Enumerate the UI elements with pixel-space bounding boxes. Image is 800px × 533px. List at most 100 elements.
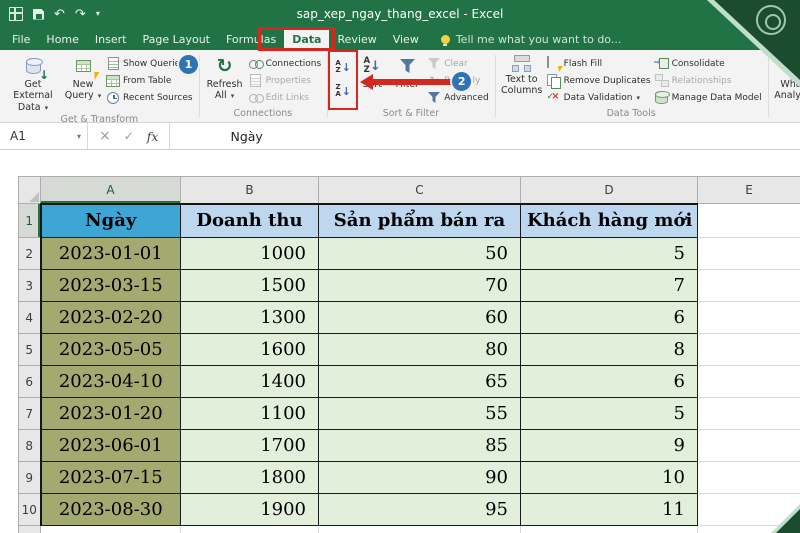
tab-view[interactable]: View	[385, 28, 427, 50]
column-header-E[interactable]: E	[697, 176, 800, 204]
cell-A1[interactable]: Ngày	[39, 202, 181, 238]
cell-B7[interactable]: 1100	[180, 397, 319, 430]
tab-page-layout[interactable]: Page Layout	[134, 28, 218, 50]
cell-D11[interactable]	[520, 525, 698, 533]
cell-A2[interactable]: 2023-01-01	[39, 237, 181, 270]
save-icon[interactable]	[33, 8, 44, 20]
row-header-11[interactable]	[18, 525, 41, 533]
cell-A9[interactable]: 2023-07-15	[39, 461, 181, 494]
cell-D9[interactable]: 10	[520, 461, 698, 494]
cell-A8[interactable]: 2023-06-01	[39, 429, 181, 462]
cell-E9[interactable]	[697, 461, 800, 494]
row-header-7[interactable]: 7	[18, 397, 41, 430]
cell-B5[interactable]: 1600	[180, 333, 319, 366]
cell-A11[interactable]	[40, 525, 181, 533]
cell-D3[interactable]: 7	[520, 269, 698, 302]
get-external-data-button[interactable]: ↓ Get External Data ▾	[4, 52, 62, 113]
excel-app-icon[interactable]	[9, 7, 23, 21]
cell-C1[interactable]: Sản phẩm bán ra	[318, 202, 521, 238]
column-header-C[interactable]: C	[318, 176, 521, 204]
row-header-8[interactable]: 8	[18, 429, 41, 462]
advanced-filter-button[interactable]: Advanced	[425, 89, 490, 106]
cell-D4[interactable]: 6	[520, 301, 698, 334]
tab-insert[interactable]: Insert	[87, 28, 135, 50]
cell-B8[interactable]: 1700	[180, 429, 319, 462]
cell-C4[interactable]: 60	[318, 301, 521, 334]
tab-home[interactable]: Home	[38, 28, 86, 50]
cell-A5[interactable]: 2023-05-05	[39, 333, 181, 366]
flash-fill-button[interactable]: Flash Fill	[545, 55, 653, 72]
cell-E6[interactable]	[697, 365, 800, 398]
clear-filter-button[interactable]: Clear	[425, 55, 490, 72]
cell-C8[interactable]: 85	[318, 429, 521, 462]
cell-E2[interactable]	[697, 237, 800, 270]
redo-icon[interactable]: ↷	[75, 8, 86, 21]
cell-E7[interactable]	[697, 397, 800, 430]
qat-customize-icon[interactable]: ▾	[96, 10, 100, 18]
cell-A3[interactable]: 2023-03-15	[39, 269, 181, 302]
formula-input[interactable]: Ngày	[170, 123, 800, 149]
cell-B3[interactable]: 1500	[180, 269, 319, 302]
column-header-B[interactable]: B	[180, 176, 319, 204]
cell-D2[interactable]: 5	[520, 237, 698, 270]
cell-C3[interactable]: 70	[318, 269, 521, 302]
cell-B9[interactable]: 1800	[180, 461, 319, 494]
cell-C2[interactable]: 50	[318, 237, 521, 270]
row-header-2[interactable]: 2	[18, 237, 41, 270]
row-header-9[interactable]: 9	[18, 461, 41, 494]
manage-data-model-button[interactable]: Manage Data Model	[653, 89, 764, 106]
remove-duplicates-button[interactable]: Remove Duplicates	[545, 72, 653, 89]
cell-B10[interactable]: 1900	[180, 493, 319, 526]
cell-E1[interactable]	[697, 203, 800, 238]
cell-C5[interactable]: 80	[318, 333, 521, 366]
tab-review[interactable]: Review	[329, 28, 384, 50]
refresh-all-button[interactable]: ↻ Refresh All ▾	[203, 52, 247, 107]
column-header-A[interactable]: A	[40, 176, 181, 204]
select-all-corner[interactable]	[18, 176, 41, 204]
new-query-button[interactable]: New Query ▾	[62, 52, 104, 113]
cell-C10[interactable]: 95	[318, 493, 521, 526]
name-box[interactable]: A1 ▾	[0, 123, 88, 149]
cell-E5[interactable]	[697, 333, 800, 366]
row-header-10[interactable]: 10	[18, 493, 41, 526]
cell-D1[interactable]: Khách hàng mới	[520, 202, 698, 238]
row-header-5[interactable]: 5	[18, 333, 41, 366]
properties-button[interactable]: Properties	[247, 72, 324, 89]
recent-sources-button[interactable]: Recent Sources	[104, 89, 195, 106]
row-header-4[interactable]: 4	[18, 301, 41, 334]
cell-A6[interactable]: 2023-04-10	[39, 365, 181, 398]
cell-C11[interactable]	[318, 525, 521, 533]
cell-E4[interactable]	[697, 301, 800, 334]
enter-icon[interactable]: ✓	[124, 129, 134, 143]
cell-C9[interactable]: 90	[318, 461, 521, 494]
tab-file[interactable]: File	[4, 28, 38, 50]
cell-D8[interactable]: 9	[520, 429, 698, 462]
row-header-3[interactable]: 3	[18, 269, 41, 302]
cell-A7[interactable]: 2023-01-20	[39, 397, 181, 430]
cell-D5[interactable]: 8	[520, 333, 698, 366]
cell-E8[interactable]	[697, 429, 800, 462]
cell-B2[interactable]: 1000	[180, 237, 319, 270]
cell-B1[interactable]: Doanh thu	[180, 202, 319, 238]
row-header-1[interactable]: 1	[18, 203, 41, 238]
name-box-dropdown-icon[interactable]: ▾	[77, 132, 81, 141]
cell-B6[interactable]: 1400	[180, 365, 319, 398]
cell-E3[interactable]	[697, 269, 800, 302]
connections-button[interactable]: Connections	[247, 55, 324, 72]
cell-D10[interactable]: 11	[520, 493, 698, 526]
data-validation-button[interactable]: Data Validation▾	[545, 89, 653, 106]
cell-A10[interactable]: 2023-08-30	[39, 493, 181, 526]
cell-C6[interactable]: 65	[318, 365, 521, 398]
cell-D7[interactable]: 5	[520, 397, 698, 430]
cell-A4[interactable]: 2023-02-20	[39, 301, 181, 334]
cancel-icon[interactable]: ×	[99, 128, 111, 144]
cell-C7[interactable]: 55	[318, 397, 521, 430]
cell-D6[interactable]: 6	[520, 365, 698, 398]
edit-links-button[interactable]: Edit Links	[247, 89, 324, 106]
cell-B11[interactable]	[180, 525, 319, 533]
undo-icon[interactable]: ↶	[54, 8, 65, 21]
row-header-6[interactable]: 6	[18, 365, 41, 398]
from-table-button[interactable]: From Table	[104, 72, 195, 89]
column-header-D[interactable]: D	[520, 176, 698, 204]
text-to-columns-button[interactable]: Text to Columns	[499, 52, 545, 107]
